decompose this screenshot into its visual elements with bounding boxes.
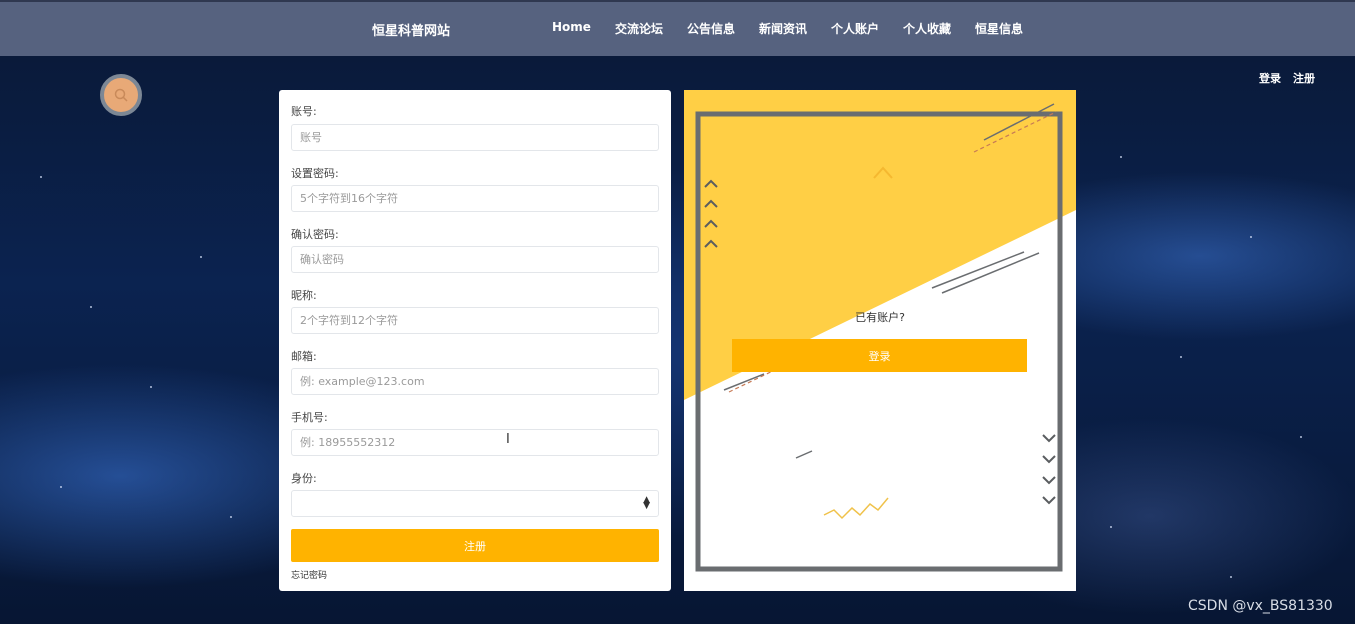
phone-input[interactable] [291, 429, 659, 456]
nav-item-home[interactable]: Home [552, 20, 591, 37]
email-input[interactable] [291, 368, 659, 395]
select-arrows-icon: ▲ ▼ [643, 495, 650, 511]
nav-item-star-info[interactable]: 恒星信息 [975, 20, 1023, 37]
login-prompt-panel: 已有账户? 登录 [684, 90, 1076, 591]
register-submit-button[interactable]: 注册 [291, 529, 659, 562]
nav-item-announcements[interactable]: 公告信息 [687, 20, 735, 37]
register-form: 账号: 设置密码: 确认密码: 昵称: 邮箱: 手机号: I 身份: ▲▼ 注册… [279, 90, 671, 591]
email-label: 邮箱: [291, 350, 317, 363]
role-label: 身份: [291, 472, 317, 485]
nav-item-forum[interactable]: 交流论坛 [615, 20, 663, 37]
main-nav: Home 交流论坛 公告信息 新闻资讯 个人账户 个人收藏 恒星信息 [540, 20, 1035, 37]
go-login-button[interactable]: 登录 [732, 339, 1027, 372]
login-link[interactable]: 登录 [1259, 70, 1281, 86]
forgot-password-link[interactable]: 忘记密码 [291, 568, 327, 581]
password-input[interactable] [291, 185, 659, 212]
watermark: CSDN @vx_BS81330 [1188, 598, 1333, 614]
confirm-password-input[interactable] [291, 246, 659, 273]
site-title[interactable]: 恒星科普网站 [372, 20, 450, 39]
password-label: 设置密码: [291, 167, 339, 180]
phone-label: 手机号: [291, 411, 328, 424]
nav-item-account[interactable]: 个人账户 [831, 20, 879, 37]
account-input[interactable] [291, 124, 659, 151]
role-select[interactable]: ▲ ▼ [291, 490, 659, 517]
register-link[interactable]: 注册 [1293, 70, 1315, 86]
nickname-input[interactable] [291, 307, 659, 334]
top-navigation-bar: 恒星科普网站 Home 交流论坛 公告信息 新闻资讯 个人账户 个人收藏 恒星信… [0, 0, 1355, 56]
auth-links: 登录 注册 [1259, 70, 1315, 86]
search-button[interactable] [100, 74, 142, 116]
nav-item-favorites[interactable]: 个人收藏 [903, 20, 951, 37]
nav-item-news[interactable]: 新闻资讯 [759, 20, 807, 37]
has-account-text: 已有账户? [855, 311, 905, 324]
starfield-background [0, 56, 1355, 624]
confirm-password-label: 确认密码: [291, 228, 339, 241]
search-icon [114, 88, 128, 102]
nickname-label: 昵称: [291, 289, 317, 302]
text-cursor-icon: I [506, 432, 510, 447]
account-label: 账号: [291, 105, 317, 118]
